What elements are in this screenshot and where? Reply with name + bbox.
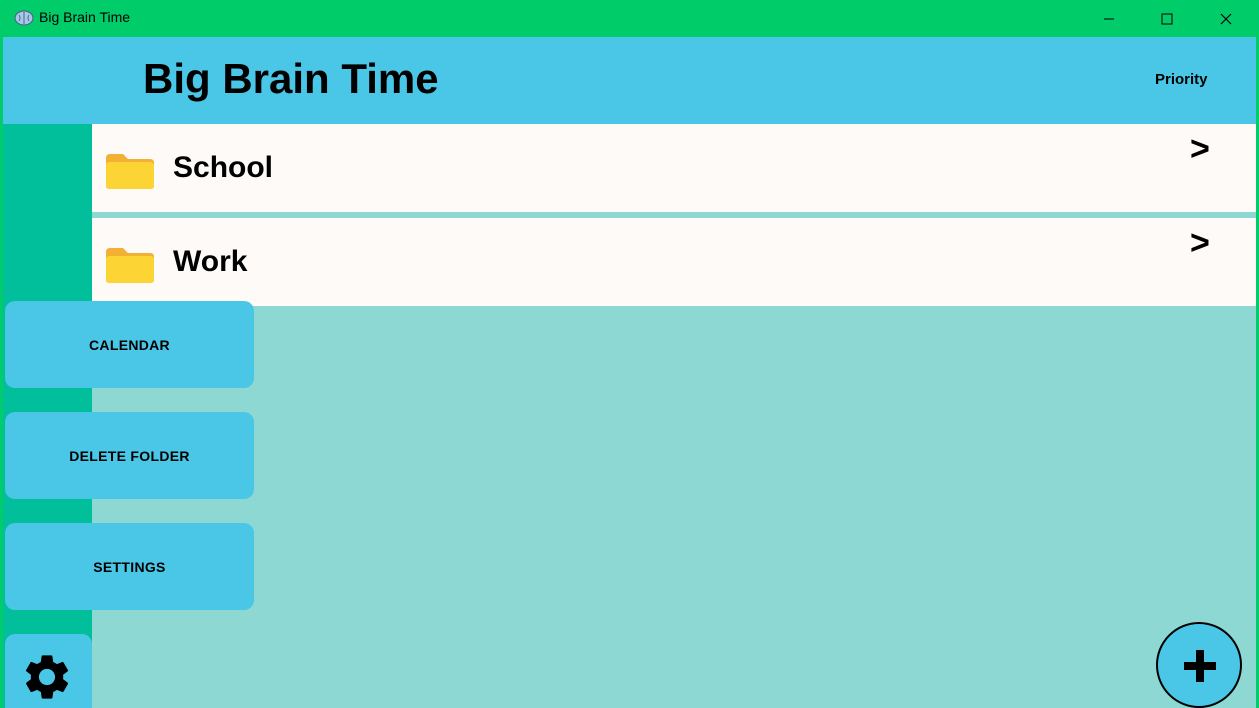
folder-row-work[interactable]: Work > <box>92 218 1256 306</box>
add-folder-button[interactable] <box>1156 622 1242 708</box>
close-icon <box>1220 13 1232 24</box>
folder-name: School <box>173 151 274 184</box>
gear-icon <box>26 655 69 699</box>
folder-row-school[interactable]: School > <box>92 124 1256 212</box>
minimize-icon <box>1104 18 1114 19</box>
priority-sort-button[interactable]: Priority <box>1155 71 1208 88</box>
chevron-right-icon[interactable]: > <box>1190 130 1210 169</box>
calendar-button[interactable]: CALENDAR <box>5 301 254 388</box>
minimize-button[interactable] <box>1080 0 1138 37</box>
window-title: Big Brain Time <box>39 9 131 25</box>
folder-icon <box>106 248 154 283</box>
maximize-icon <box>1161 13 1173 24</box>
window-titlebar: Big Brain Time <box>0 0 1259 37</box>
folder-name: Work <box>173 245 248 278</box>
app-title: Big Brain Time <box>143 55 439 102</box>
plus-icon <box>1184 650 1216 682</box>
delete-folder-button[interactable]: DELETE FOLDER <box>5 412 254 499</box>
close-button[interactable] <box>1197 0 1255 37</box>
chevron-right-icon[interactable]: > <box>1190 224 1210 263</box>
maximize-button[interactable] <box>1138 0 1196 37</box>
settings-button[interactable]: SETTINGS <box>5 523 254 610</box>
brain-icon <box>14 10 34 26</box>
gear-menu-button[interactable] <box>5 634 92 708</box>
app-header: Big Brain Time Priority <box>3 37 1256 124</box>
folder-icon <box>106 154 154 189</box>
